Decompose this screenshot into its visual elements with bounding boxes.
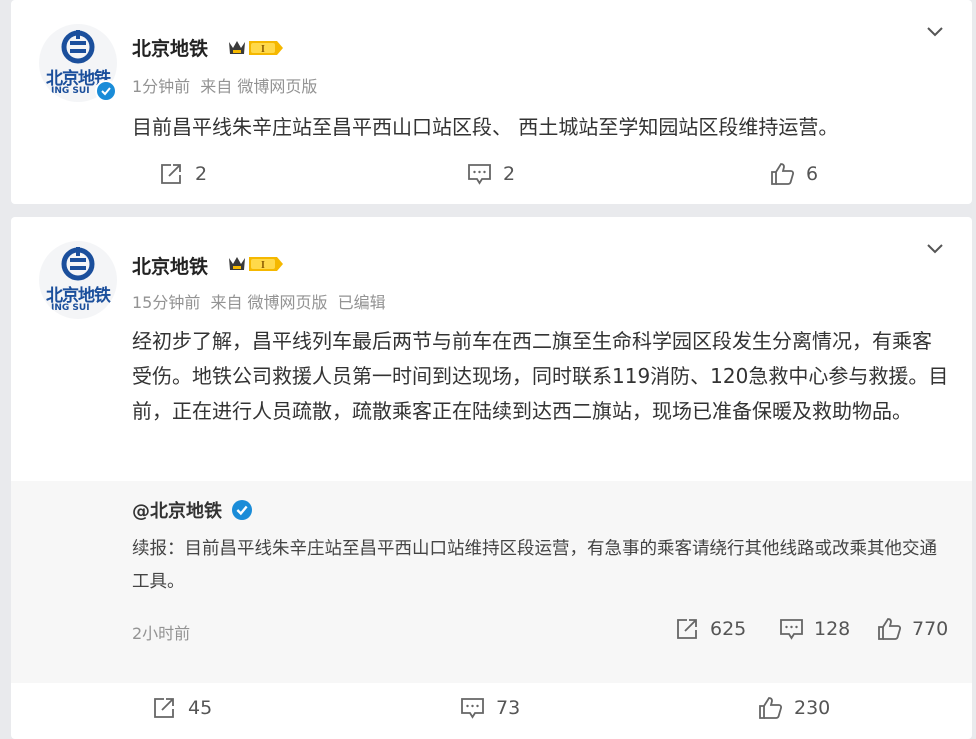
retweet-like-button[interactable]: 770 (877, 614, 948, 644)
svg-text:I: I (261, 260, 265, 271)
rank-badge-icon[interactable]: I (227, 37, 285, 59)
post-time[interactable]: 15分钟前 (132, 293, 200, 312)
avatar[interactable]: 北京地铁 ING SUI (39, 241, 117, 319)
post-source: 来自 微博网页版 (200, 77, 318, 96)
chevron-down-icon[interactable] (924, 237, 946, 259)
retweet-time[interactable]: 2小时前 (132, 620, 190, 644)
repost-icon (161, 164, 181, 184)
post-meta: 1分钟前 来自 微博网页版 (132, 73, 317, 97)
retweet-comment-button[interactable]: 128 (779, 614, 850, 644)
retweet-like-count: 770 (912, 618, 949, 640)
chevron-down-icon[interactable] (924, 20, 946, 42)
like-icon (759, 697, 783, 719)
verified-icon (95, 80, 117, 102)
repost-button[interactable]: 2 (159, 159, 207, 189)
retweet-text: 续报：目前昌平线朱辛庄站至昌平西山口站维持区段运营，有急事的乘客请绕行其他线路或… (132, 539, 937, 592)
like-icon (878, 618, 902, 640)
post-time[interactable]: 1分钟前 (132, 77, 190, 96)
user-name[interactable]: 北京地铁 (132, 252, 208, 279)
subway-logo-icon (61, 247, 95, 281)
retweet-user[interactable]: @北京地铁 (132, 497, 252, 523)
comment-button[interactable]: 73 (460, 693, 520, 723)
avatar-logo-subtext: ING SUI (51, 303, 90, 313)
retweet-card[interactable]: @北京地铁 续报：目前昌平线朱辛庄站至昌平西山口站维持区段运营，有急事的乘客请绕… (11, 481, 972, 683)
subway-logo-icon (61, 30, 95, 64)
svg-text:I: I (261, 44, 265, 55)
post-text: 目前昌平线朱辛庄站至昌平西山口站区段、 西土城站至学知园站区段维持运营。 (132, 115, 839, 139)
comment-icon (461, 698, 484, 719)
repost-count: 2 (195, 163, 208, 185)
weibo-post: 北京地铁 ING SUI 北京地铁 I 15分钟前 来自 微博网页版 已编辑 经… (11, 217, 972, 739)
post-source: 来自 微博网页版 (210, 293, 328, 312)
comment-button[interactable]: 2 (467, 159, 515, 189)
verified-icon (232, 500, 252, 520)
retweet-comment-count: 128 (814, 618, 851, 640)
comment-count: 2 (503, 163, 516, 185)
weibo-post: 北京地铁 ING SUI 北京地铁 I 1分钟前 来自 微博网页版 目前昌平线朱… (11, 0, 972, 204)
repost-count: 45 (188, 697, 213, 719)
post-actions: 45 73 230 (11, 693, 972, 723)
comment-icon (468, 164, 491, 185)
comment-count: 73 (496, 697, 521, 719)
retweet-repost-count: 625 (710, 618, 747, 640)
like-count: 230 (794, 697, 831, 719)
retweet-user-name[interactable]: @北京地铁 (132, 497, 222, 523)
post-text: 经初步了解，昌平线列车最后两节与前车在西二旗至生命科学园区段发生分离情况，有乘客… (132, 329, 949, 423)
like-count: 6 (806, 163, 819, 185)
rank-badge-icon[interactable]: I (227, 253, 285, 275)
edited-label[interactable]: 已编辑 (338, 293, 386, 312)
post-meta: 15分钟前 来自 微博网页版 已编辑 (132, 289, 386, 313)
like-icon (771, 163, 795, 185)
repost-button[interactable]: 45 (152, 693, 212, 723)
retweet-repost-button[interactable]: 625 (675, 614, 746, 644)
comment-icon (780, 619, 803, 640)
like-button[interactable]: 6 (770, 159, 818, 189)
like-button[interactable]: 230 (758, 693, 830, 723)
repost-icon (154, 698, 174, 718)
post-actions: 2 2 6 (11, 159, 972, 189)
user-name[interactable]: 北京地铁 (132, 34, 208, 61)
repost-icon (677, 619, 697, 639)
